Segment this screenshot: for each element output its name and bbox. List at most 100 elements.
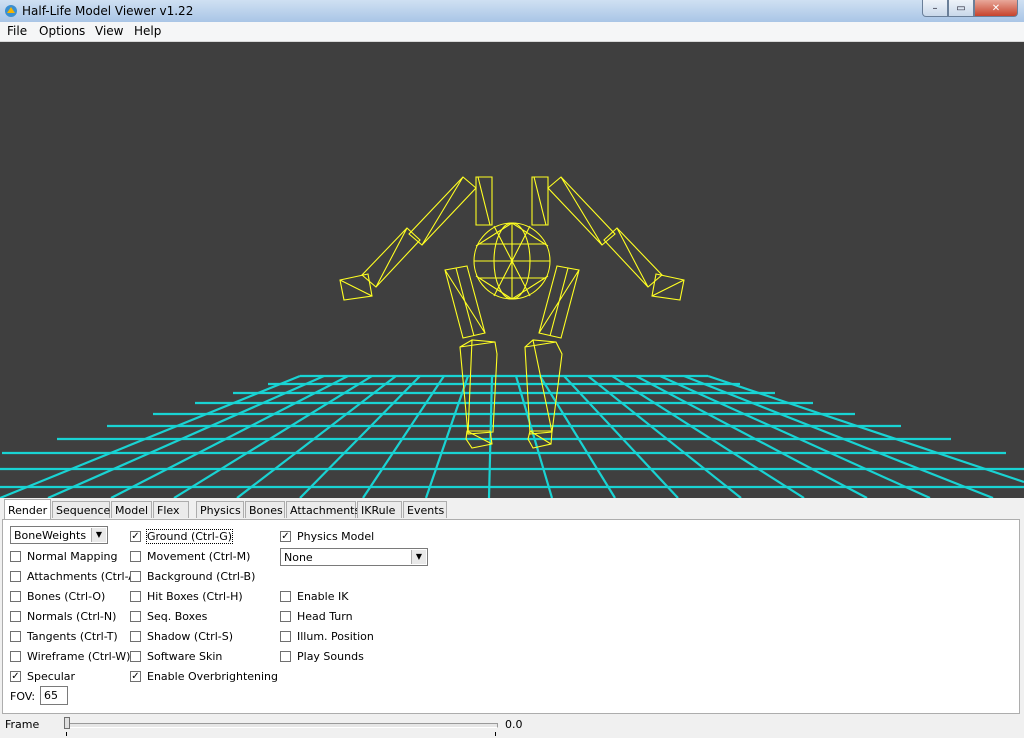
checkmark-icon: ✓	[130, 670, 141, 682]
render-tab-page: BoneWeights ▼ Normal Mapping Attachments…	[2, 519, 1020, 714]
physics-model-value: None	[284, 551, 313, 564]
tab-physics[interactable]: Physics	[196, 501, 244, 518]
checkbox-box	[280, 590, 291, 602]
checkbox-hit-boxes[interactable]: Hit Boxes (Ctrl-H)	[130, 589, 243, 603]
checkbox-box	[10, 650, 21, 662]
physics-model-select[interactable]: None ▼	[280, 548, 428, 566]
checkbox-label: Attachments (Ctrl-A)	[27, 569, 141, 583]
viewport-scene	[0, 176, 1024, 498]
checkbox-label: Wireframe (Ctrl-W)	[27, 649, 131, 663]
checkbox-label: Head Turn	[297, 609, 353, 623]
checkbox-movement[interactable]: Movement (Ctrl-M)	[130, 549, 250, 563]
tab-bones[interactable]: Bones	[245, 501, 285, 518]
checkbox-label: Bones (Ctrl-O)	[27, 589, 106, 603]
checkbox-box	[130, 550, 141, 562]
render-mode-select[interactable]: BoneWeights ▼	[10, 526, 108, 544]
model-viewport[interactable]	[0, 42, 1024, 498]
title-bar: Half-Life Model Viewer v1.22 – ▭ ✕	[0, 0, 1024, 22]
checkbox-label: Tangents (Ctrl-T)	[27, 629, 118, 643]
slider-tick	[495, 732, 496, 736]
frame-slider[interactable]	[66, 723, 498, 728]
render-mode-value: BoneWeights	[14, 529, 87, 542]
checkbox-box	[10, 610, 21, 622]
checkbox-illum-position[interactable]: Illum. Position	[280, 629, 374, 643]
checkbox-physics-model[interactable]: ✓ Physics Model	[280, 529, 374, 543]
checkbox-label: Movement (Ctrl-M)	[147, 549, 251, 563]
menu-file[interactable]: File	[7, 24, 27, 38]
tab-ikrule[interactable]: IKRule	[357, 501, 402, 518]
model-wireframe	[339, 176, 685, 449]
checkbox-label: Background (Ctrl-B)	[147, 569, 256, 583]
checkbox-normals[interactable]: Normals (Ctrl-N)	[10, 609, 116, 623]
menu-bar: File Options View Help	[0, 22, 1024, 42]
checkbox-play-sounds[interactable]: Play Sounds	[280, 649, 364, 663]
checkbox-box	[280, 630, 291, 642]
app-icon	[5, 5, 17, 17]
checkbox-box	[130, 610, 141, 622]
checkbox-seq-boxes[interactable]: Seq. Boxes	[130, 609, 207, 623]
fov-label: FOV:	[10, 690, 36, 703]
checkbox-background[interactable]: Background (Ctrl-B)	[130, 569, 255, 583]
menu-options[interactable]: Options	[39, 24, 85, 38]
close-button[interactable]: ✕	[974, 0, 1018, 17]
checkbox-normal-mapping[interactable]: Normal Mapping	[10, 549, 118, 563]
checkbox-label: Enable IK	[297, 589, 349, 603]
checkbox-enable-overbrightening[interactable]: ✓ Enable Overbrightening	[130, 669, 278, 683]
checkbox-head-turn[interactable]: Head Turn	[280, 609, 353, 623]
checkbox-label: Seq. Boxes	[147, 609, 208, 623]
chevron-down-icon: ▼	[91, 528, 106, 542]
checkbox-label: Physics Model	[297, 529, 375, 543]
maximize-button[interactable]: ▭	[948, 0, 974, 17]
window-title: Half-Life Model Viewer v1.22	[22, 4, 194, 18]
checkbox-label: Ground (Ctrl-G)	[145, 528, 234, 544]
frame-bar: Frame 0.0	[0, 716, 1024, 738]
control-panel: Render Sequence Model Flex Physics Bones…	[0, 498, 1024, 716]
checkbox-box	[10, 550, 21, 562]
checkbox-box	[130, 630, 141, 642]
checkmark-icon: ✓	[280, 530, 291, 542]
tab-render[interactable]: Render	[4, 499, 51, 519]
minimize-button[interactable]: –	[922, 0, 948, 17]
checkbox-box	[280, 650, 291, 662]
checkbox-bones[interactable]: Bones (Ctrl-O)	[10, 589, 105, 603]
checkbox-ground[interactable]: ✓ Ground (Ctrl-G)	[130, 528, 234, 544]
checkmark-icon: ✓	[130, 530, 141, 542]
tab-flex[interactable]: Flex	[153, 501, 189, 518]
checkbox-label: Software Skin	[147, 649, 223, 663]
checkbox-label: Normals (Ctrl-N)	[27, 609, 117, 623]
checkbox-box	[280, 610, 291, 622]
menu-view[interactable]: View	[95, 24, 123, 38]
checkbox-enable-ik[interactable]: Enable IK	[280, 589, 348, 603]
menu-help[interactable]: Help	[134, 24, 161, 38]
checkbox-box	[130, 590, 141, 602]
checkbox-label: Normal Mapping	[27, 549, 118, 563]
checkbox-label: Specular	[27, 669, 76, 683]
checkbox-label: Hit Boxes (Ctrl-H)	[147, 589, 243, 603]
frame-value: 0.0	[505, 718, 523, 731]
checkbox-label: Play Sounds	[297, 649, 364, 663]
checkbox-box	[130, 570, 141, 582]
tab-events[interactable]: Events	[403, 501, 447, 518]
checkbox-label: Illum. Position	[297, 629, 374, 643]
checkbox-tangents[interactable]: Tangents (Ctrl-T)	[10, 629, 118, 643]
checkbox-box	[10, 590, 21, 602]
chevron-down-icon: ▼	[411, 550, 426, 564]
tab-sequence[interactable]: Sequence	[52, 501, 110, 518]
checkbox-specular[interactable]: ✓ Specular	[10, 669, 75, 683]
checkbox-shadow[interactable]: Shadow (Ctrl-S)	[130, 629, 233, 643]
checkmark-icon: ✓	[10, 670, 21, 682]
checkbox-wireframe[interactable]: Wireframe (Ctrl-W)	[10, 649, 130, 663]
checkbox-software-skin[interactable]: Software Skin	[130, 649, 222, 663]
frame-slider-thumb[interactable]	[64, 717, 70, 729]
slider-tick	[66, 732, 67, 736]
checkbox-box	[10, 630, 21, 642]
checkbox-box	[10, 570, 21, 582]
frame-label: Frame	[5, 718, 40, 731]
checkbox-attachments[interactable]: Attachments (Ctrl-A)	[10, 569, 140, 583]
fov-input[interactable]: 65	[40, 686, 68, 705]
tab-model[interactable]: Model	[111, 501, 152, 518]
ground-grid	[0, 374, 1024, 498]
checkbox-box	[130, 650, 141, 662]
checkbox-label: Enable Overbrightening	[147, 669, 279, 683]
tab-attachments[interactable]: Attachments	[286, 501, 360, 518]
